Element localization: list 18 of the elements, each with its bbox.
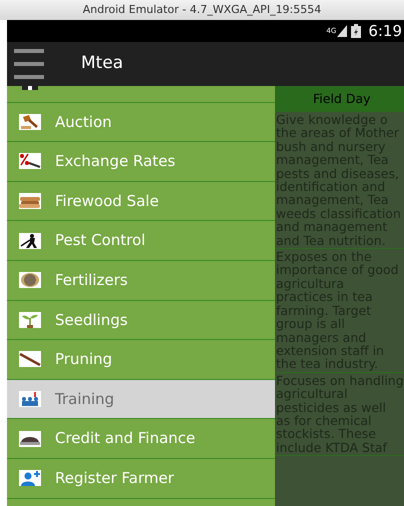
signal-icon bbox=[337, 25, 348, 37]
logs-icon bbox=[19, 193, 41, 210]
seedling-icon bbox=[19, 312, 41, 328]
menu-icon[interactable] bbox=[14, 49, 44, 79]
add-user-icon bbox=[19, 470, 41, 486]
column-header: Field Day bbox=[275, 86, 404, 112]
clock-time: 6:19 bbox=[368, 20, 402, 42]
app-title: Mtea bbox=[81, 52, 124, 76]
stick-icon bbox=[19, 351, 41, 368]
gavel-icon bbox=[19, 114, 41, 130]
drawer-item[interactable]: Training bbox=[7, 380, 275, 420]
battery-icon bbox=[351, 24, 362, 38]
chart-people-icon bbox=[19, 391, 41, 408]
percent-icon bbox=[19, 153, 41, 170]
helmet-icon bbox=[19, 430, 41, 447]
sack-icon bbox=[19, 272, 41, 288]
window-title: Android Emulator - 4.7_WXGA_API_19:5554 bbox=[82, 2, 322, 18]
sprayer-person-icon bbox=[19, 232, 41, 249]
